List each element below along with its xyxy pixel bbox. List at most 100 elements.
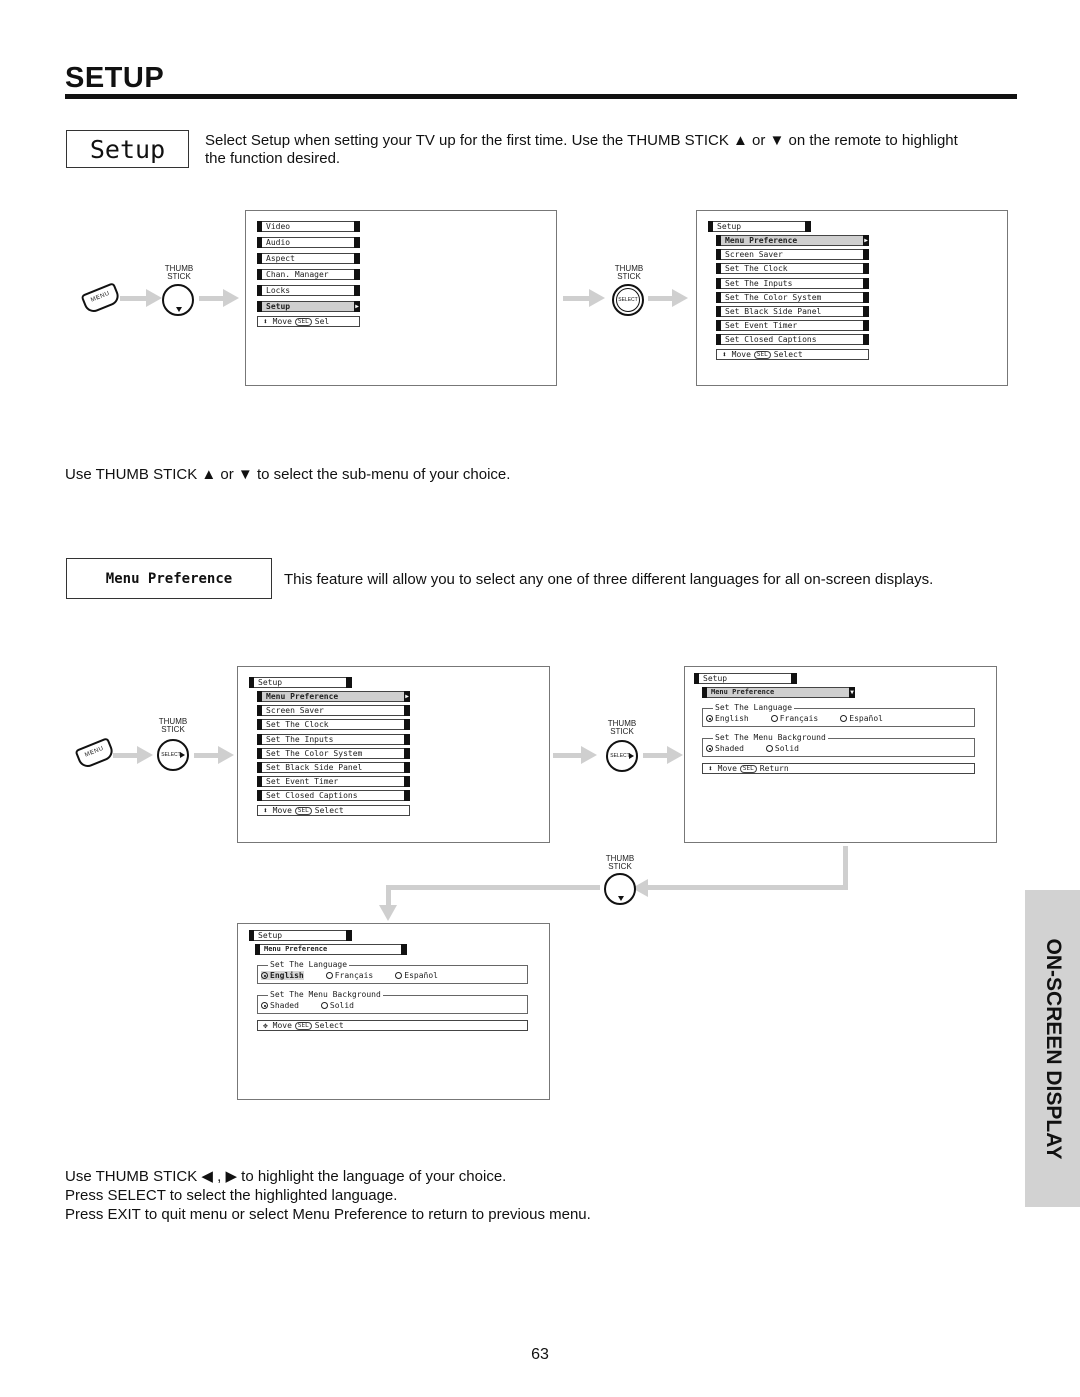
heading-rule	[65, 94, 1017, 99]
side-tab-label: ON-SCREEN DISPLAY	[1041, 938, 1065, 1159]
arrow-right-icon	[553, 746, 597, 764]
radio-icon	[706, 715, 713, 722]
osd-menu-item: Set Event Timer	[716, 320, 869, 332]
osd-menu-item: ▶ Setup	[257, 301, 360, 312]
setup-description-line-1: Select Setup when setting your TV up for…	[205, 132, 958, 149]
osd-menu-item: Set The Color System	[716, 291, 869, 303]
thumb-stick-select-icon: SELECT	[157, 739, 189, 771]
osd-radio-option: Solid	[765, 744, 799, 753]
tv-screen-setup-menu-2: Setup ▶ Menu Preference Screen Saver Set Th…	[237, 666, 550, 843]
osd-menu-title: Setup	[708, 221, 811, 232]
instruction-line: Use THUMB STICK ◀ , ▶ to highlight the l…	[65, 1168, 507, 1185]
osd-menu-item: ▶ Menu Preference	[716, 235, 869, 246]
osd-menu-item: Set Black Side Panel	[716, 306, 869, 317]
osd-radio-option: English	[261, 971, 304, 980]
radio-icon	[765, 745, 773, 752]
osd-menu-item: Set Closed Captions	[716, 334, 869, 346]
background-group: Set The Menu Background Shaded Solid	[702, 733, 975, 757]
menu-preference-label-box: Menu Preference	[66, 558, 272, 599]
arrow-down-icon	[379, 905, 397, 921]
osd-menu-title: Setup	[249, 930, 352, 941]
osd-radio-option: English	[706, 714, 749, 723]
arrow-right-icon	[648, 289, 688, 307]
radio-icon	[840, 715, 848, 722]
thumb-stick-down-icon	[604, 873, 636, 905]
osd-radio-option: Shaded	[261, 1001, 299, 1010]
osd-radio-option: Español	[840, 714, 883, 723]
osd-radio-option: Español	[395, 971, 438, 980]
osd-menu-item: ▶ Menu Preference	[257, 691, 410, 702]
osd-menu-item: Set The Clock	[716, 263, 869, 275]
osd-hint-bar: ⬍ Move SEL Select	[257, 805, 410, 816]
menu-preference-instructions: Use THUMB STICK ◀ , ▶ to highlight the l…	[65, 1167, 591, 1224]
return-path-line	[388, 885, 600, 890]
osd-menu-item: Audio	[257, 237, 360, 248]
osd-menu-item: Set Black Side Panel	[257, 762, 410, 773]
menu-button-icon: MENU	[74, 737, 116, 770]
osd-radio-option: Shaded	[706, 744, 744, 753]
osd-hint-bar: ⬍ Move SEL Return	[702, 763, 975, 774]
setup-description: Select Setup when setting your TV up for…	[205, 132, 1020, 168]
osd-menu-item: Screen Saver	[257, 705, 410, 717]
osd-menu-item: Set Closed Captions	[257, 790, 410, 802]
thumb-stick-select-icon: SELECT	[612, 284, 644, 316]
language-group: Set The Language English Français Español	[257, 960, 528, 984]
osd-radio-option: Français	[325, 971, 373, 980]
arrow-right-icon	[194, 746, 234, 764]
setup-label-box: Setup	[66, 130, 189, 168]
arrow-right-icon	[113, 746, 153, 764]
tv-screen-menu-preference: Setup ▼ Menu Preference Set The Language …	[684, 666, 997, 843]
osd-menu-item: Set The Clock	[257, 719, 410, 731]
osd-menu-item: Aspect	[257, 253, 360, 264]
radio-icon	[320, 1002, 328, 1009]
osd-menu-item: Set The Inputs	[716, 277, 869, 289]
tv-screen-setup-menu: Setup ▶ Menu Preference Screen Saver Set Th…	[696, 210, 1008, 386]
osd-hint-bar: ⬍ Move SEL Sel	[257, 316, 360, 327]
osd-menu-item: Set The Color System	[257, 747, 410, 759]
return-path-line	[386, 885, 391, 907]
background-group: Set The Menu Background Shaded Solid	[257, 990, 528, 1014]
osd-submenu-title: Menu Preference	[255, 944, 407, 955]
thumb-stick-select-icon: SELECT	[606, 740, 638, 772]
osd-menu-title: Setup	[694, 673, 797, 684]
osd-menu-item: Locks	[257, 285, 360, 296]
tv-screen-main-menu: Video Audio Aspect Chan. Manager Locks ▶ Setup…	[245, 210, 557, 386]
thumb-stick-label: THUMB STICK	[614, 264, 644, 281]
osd-menu-item: Chan. Manager	[257, 269, 360, 280]
radio-icon	[706, 745, 713, 752]
language-group: Set The Language English Français Español	[702, 703, 975, 727]
section-side-tab: ON-SCREEN DISPLAY	[1025, 890, 1080, 1207]
page-heading: SETUP	[65, 62, 165, 94]
arrow-right-icon	[199, 289, 239, 307]
setup-description-line-2: the function desired.	[205, 150, 341, 167]
arrow-right-icon	[120, 289, 162, 307]
tv-screen-menu-preference-2: Setup Menu Preference Set The Language E…	[237, 923, 550, 1100]
osd-menu-item: Set Event Timer	[257, 776, 410, 788]
setup-label: Setup	[89, 134, 166, 164]
osd-menu-title: Setup	[249, 677, 352, 688]
osd-radio-option: Français	[770, 714, 818, 723]
setup-instruction: Use THUMB STICK ▲ or ▼ to select the sub…	[65, 466, 511, 483]
osd-radio-option: Solid	[320, 1001, 354, 1010]
menu-preference-label: Menu Preference	[105, 570, 233, 587]
thumb-stick-label: THUMB STICK	[164, 264, 194, 281]
arrow-right-icon	[643, 746, 683, 764]
radio-icon	[261, 972, 268, 979]
instruction-line: Press SELECT to select the highlighted l…	[65, 1187, 398, 1204]
instruction-line: Press EXIT to quit menu or select Menu P…	[65, 1206, 591, 1223]
osd-hint-bar: ✥ Move SEL Select	[257, 1020, 528, 1031]
osd-menu-item: Video	[257, 221, 360, 232]
menu-preference-description: This feature will allow you to select an…	[284, 571, 934, 588]
radio-icon	[261, 1002, 268, 1009]
return-path-line	[843, 846, 848, 889]
thumb-stick-label: THUMB STICK	[607, 719, 637, 736]
osd-hint-bar: ⬍ Move SEL Select	[716, 349, 869, 360]
radio-icon	[770, 715, 778, 722]
radio-icon	[325, 972, 333, 979]
thumb-stick-label: THUMB STICK	[158, 717, 188, 734]
thumb-stick-label: THUMB STICK	[605, 854, 635, 871]
page-number: 63	[531, 1346, 549, 1363]
radio-icon	[395, 972, 403, 979]
menu-button-icon: MENU	[80, 282, 122, 315]
osd-submenu-title: ▼ Menu Preference	[702, 687, 855, 698]
